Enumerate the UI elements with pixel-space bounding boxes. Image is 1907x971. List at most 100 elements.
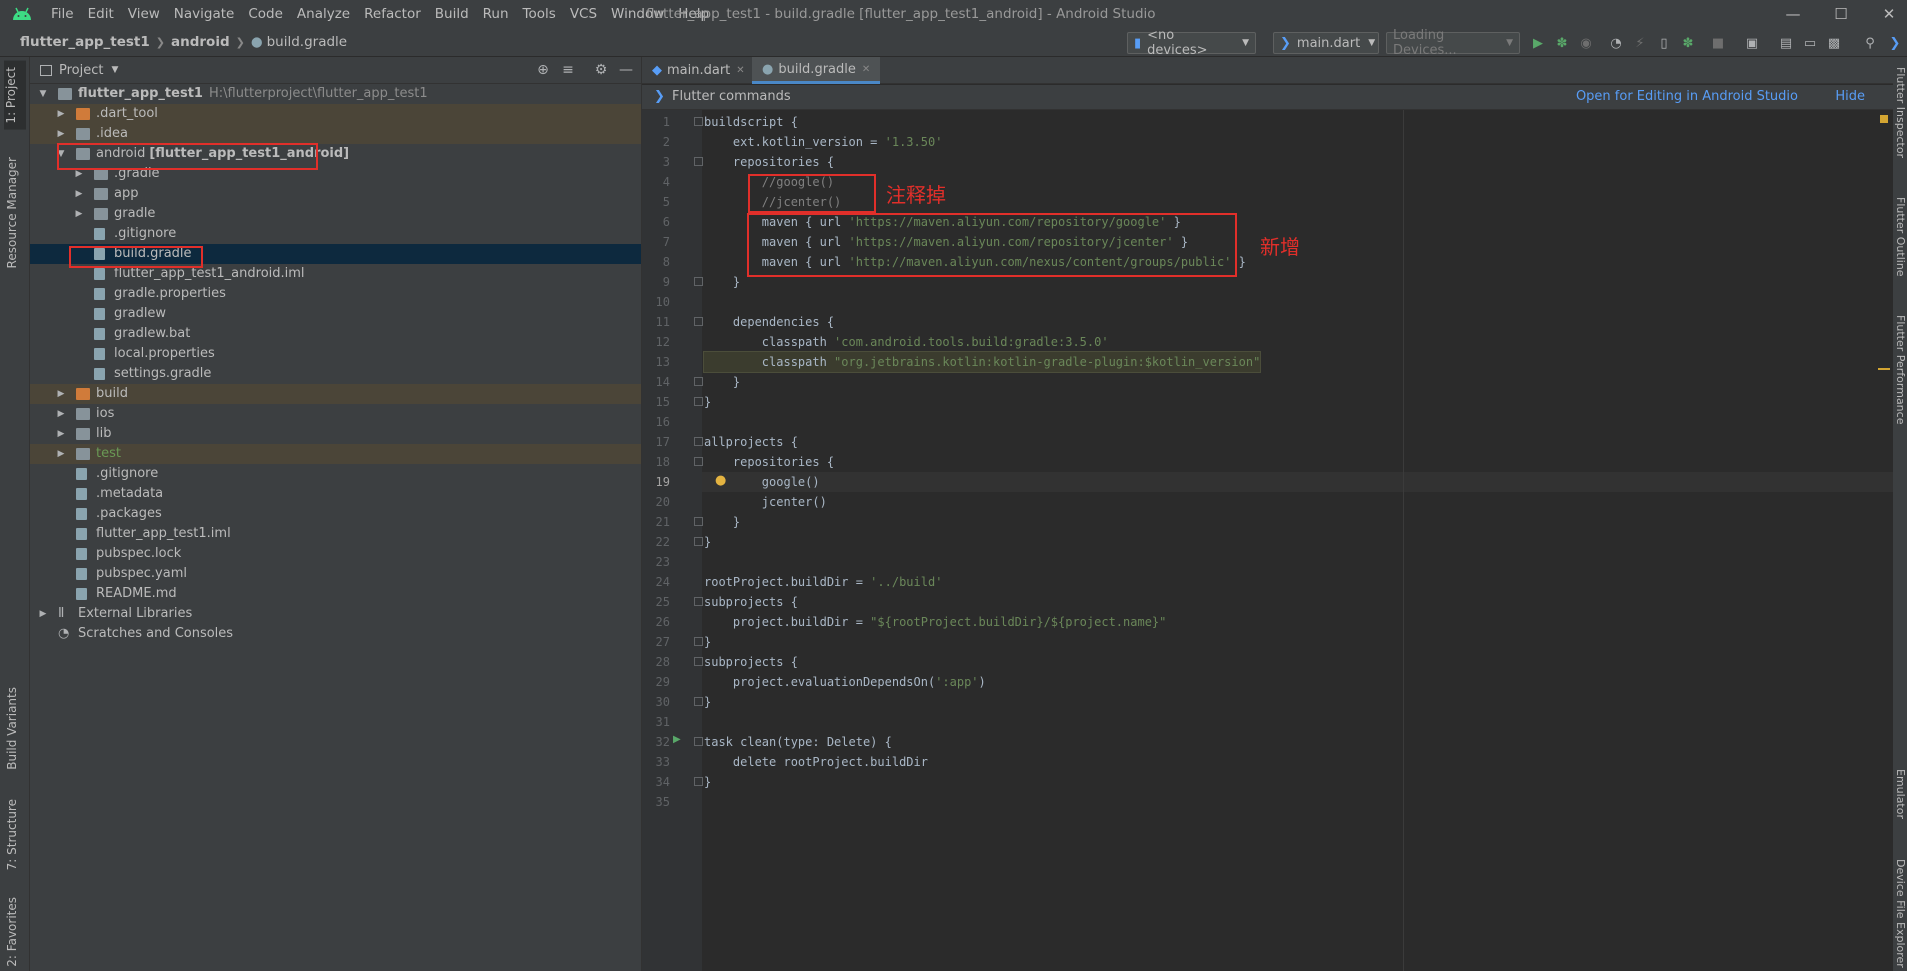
fold-marker-icon[interactable]: [694, 737, 703, 746]
fold-marker-icon[interactable]: [694, 457, 703, 466]
fold-marker-icon[interactable]: [694, 597, 703, 606]
menu-tools[interactable]: Tools: [516, 0, 563, 28]
expand-arrow-closed-icon[interactable]: ▶: [56, 384, 66, 404]
code-line[interactable]: }: [704, 512, 740, 532]
breadcrumb-build-gradle[interactable]: build.gradle: [267, 34, 348, 50]
tool-tab-project[interactable]: 1: Project: [4, 61, 26, 130]
profile-icon[interactable]: ◔: [1607, 34, 1625, 52]
menu-navigate[interactable]: Navigate: [167, 0, 242, 28]
code-line[interactable]: jcenter(): [704, 492, 827, 512]
expand-arrow-closed-icon[interactable]: ▶: [56, 444, 66, 464]
menu-analyze[interactable]: Analyze: [290, 0, 357, 28]
fold-marker-icon[interactable]: [694, 317, 703, 326]
locate-file-icon[interactable]: ⊕: [535, 62, 551, 78]
warning-stripe-line[interactable]: [1878, 368, 1890, 370]
minimize-button[interactable]: —: [1770, 0, 1816, 28]
expand-arrow-closed-icon[interactable]: ▶: [56, 124, 66, 144]
tree-item[interactable]: pubspec.yaml: [30, 564, 641, 584]
tree-item[interactable]: ◔ Scratches and Consoles: [30, 624, 641, 644]
tab-main-dart[interactable]: ◆ main.dart ✕: [642, 57, 755, 84]
attach-debugger-icon[interactable]: ✽: [1679, 34, 1697, 52]
hot-reload-icon[interactable]: ⚡: [1631, 34, 1649, 52]
fold-marker-icon[interactable]: [694, 697, 703, 706]
open-in-android-studio-link[interactable]: Open for Editing in Android Studio: [1576, 89, 1798, 104]
code-line[interactable]: }: [704, 692, 711, 712]
tree-item[interactable]: ▶ .idea: [30, 124, 641, 144]
close-tab-icon[interactable]: ✕: [736, 65, 744, 76]
tool-tab-resource-manager[interactable]: Resource Manager: [5, 157, 19, 268]
tool-tab-flutter-performance[interactable]: Flutter Performance: [1894, 315, 1907, 424]
code-line[interactable]: buildscript {: [704, 112, 798, 132]
expand-arrow-closed-icon[interactable]: ▶: [56, 404, 66, 424]
code-line[interactable]: dependencies {: [704, 312, 834, 332]
tree-item[interactable]: .gitignore: [30, 224, 641, 244]
code-line[interactable]: }: [704, 772, 711, 792]
code-line[interactable]: repositories {: [704, 452, 834, 472]
tree-item[interactable]: ▶ gradle: [30, 204, 641, 224]
tree-item[interactable]: gradlew.bat: [30, 324, 641, 344]
fold-marker-icon[interactable]: [694, 117, 703, 126]
menu-view[interactable]: View: [121, 0, 167, 28]
fold-marker-icon[interactable]: [694, 397, 703, 406]
code-line[interactable]: task clean(type: Delete) {: [704, 732, 892, 752]
code-line[interactable]: subprojects {: [704, 652, 798, 672]
code-line[interactable]: }: [704, 532, 711, 552]
code-line[interactable]: }: [704, 632, 711, 652]
hide-panel-icon[interactable]: —: [618, 62, 634, 78]
search-icon[interactable]: ⚲: [1861, 34, 1879, 52]
menu-vcs[interactable]: VCS: [563, 0, 604, 28]
code-line[interactable]: delete rootProject.buildDir: [704, 752, 928, 772]
tree-item[interactable]: ▶ app: [30, 184, 641, 204]
fold-marker-icon[interactable]: [694, 637, 703, 646]
breadcrumb-android[interactable]: android: [171, 34, 230, 50]
fold-marker-icon[interactable]: [694, 657, 703, 666]
fold-marker-icon[interactable]: [694, 437, 703, 446]
warning-stripe-marker[interactable]: [1880, 115, 1888, 123]
code-line[interactable]: allprojects {: [704, 432, 798, 452]
tree-item[interactable]: ▶ lib: [30, 424, 641, 444]
tree-item[interactable]: .metadata: [30, 484, 641, 504]
coverage-icon[interactable]: ◉: [1577, 34, 1595, 52]
code-line[interactable]: classpath "org.jetbrains.kotlin:kotlin-g…: [702, 351, 1262, 373]
avd-manager-icon[interactable]: ▭: [1801, 34, 1819, 52]
chevron-down-icon[interactable]: ▼: [111, 65, 118, 75]
expand-arrow-closed-icon[interactable]: ▶: [74, 204, 84, 224]
tool-tab-emulator[interactable]: Emulator: [1894, 769, 1907, 819]
fold-marker-icon[interactable]: [694, 157, 703, 166]
code-line[interactable]: ext.kotlin_version = '1.3.50': [704, 132, 943, 152]
tool-tab-favorites[interactable]: 2: Favorites: [5, 897, 19, 967]
code-line[interactable]: rootProject.buildDir = '../build': [704, 572, 942, 592]
tool-tab-device-file-explorer[interactable]: Device File Explorer: [1894, 859, 1907, 968]
tree-item[interactable]: gradle.properties: [30, 284, 641, 304]
fold-marker-icon[interactable]: [694, 277, 703, 286]
tool-tab-flutter-inspector[interactable]: Flutter Inspector: [1894, 67, 1907, 158]
tree-item[interactable]: settings.gradle: [30, 364, 641, 384]
lightbulb-icon[interactable]: ●: [715, 473, 726, 488]
code-line[interactable]: classpath 'com.android.tools.build:gradl…: [704, 332, 1109, 352]
code-line[interactable]: }: [704, 272, 740, 292]
project-view-selector[interactable]: Project: [59, 63, 103, 78]
expand-arrow-closed-icon[interactable]: ▶: [56, 104, 66, 124]
fold-marker-icon[interactable]: [694, 777, 703, 786]
tree-item[interactable]: README.md: [30, 584, 641, 604]
menu-build[interactable]: Build: [428, 0, 476, 28]
collapse-all-icon[interactable]: ≡: [560, 62, 576, 78]
sdk-manager-icon[interactable]: ▩: [1825, 34, 1843, 52]
menu-file[interactable]: File: [44, 0, 81, 28]
tree-item[interactable]: gradlew: [30, 304, 641, 324]
tool-tab-structure[interactable]: 7: Structure: [5, 799, 19, 870]
tree-item[interactable]: pubspec.lock: [30, 544, 641, 564]
expand-arrow-closed-icon[interactable]: ▶: [38, 604, 48, 624]
gear-icon[interactable]: ⚙: [593, 62, 609, 78]
tree-item[interactable]: ▶ test: [30, 444, 641, 464]
debug-icon[interactable]: ✽: [1553, 34, 1571, 52]
tree-item[interactable]: flutter_app_test1.iml: [30, 524, 641, 544]
tree-item[interactable]: ▼ flutter_app_test1 H:\flutterproject\flut…: [30, 84, 641, 104]
hide-banner-link[interactable]: Hide: [1835, 89, 1865, 104]
code-line[interactable]: subprojects {: [704, 592, 798, 612]
expand-arrow-closed-icon[interactable]: ▶: [56, 424, 66, 444]
tree-item[interactable]: ▶ .dart_tool: [30, 104, 641, 124]
tool-tab-build-variants[interactable]: Build Variants: [5, 687, 19, 770]
tab-build-gradle[interactable]: ● build.gradle ✕: [752, 57, 881, 84]
fold-marker-icon[interactable]: [694, 377, 703, 386]
